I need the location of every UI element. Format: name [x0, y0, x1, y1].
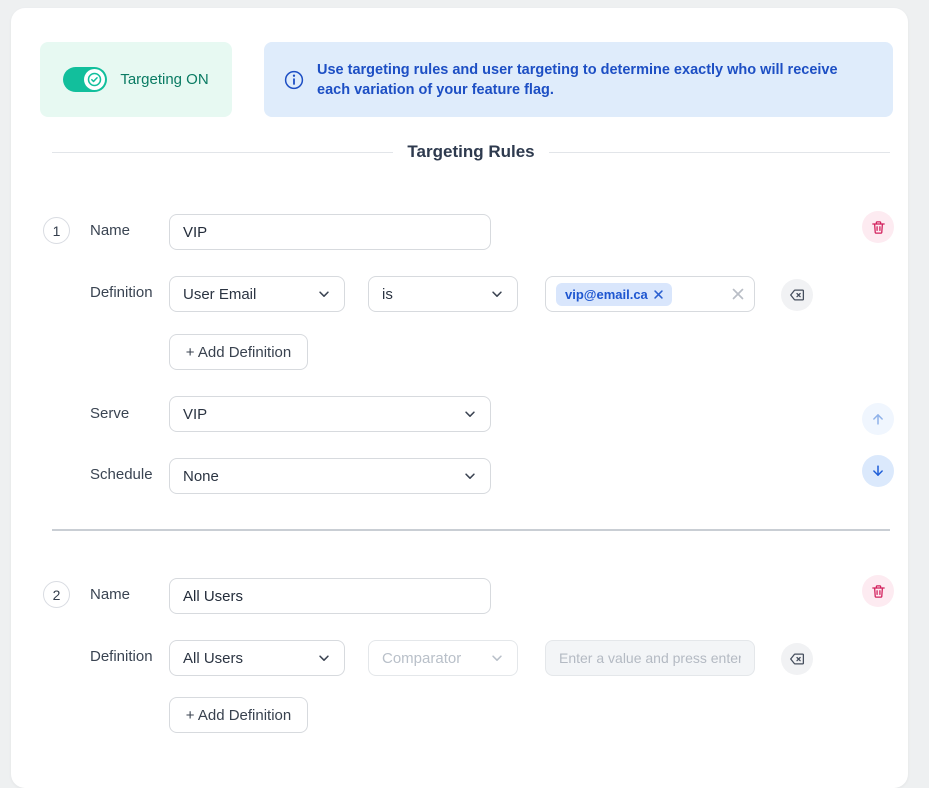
chevron-down-icon — [317, 287, 331, 301]
property-select[interactable]: User Email — [169, 276, 345, 312]
rule-number-badge: 2 — [43, 581, 70, 608]
value-input — [545, 640, 755, 676]
toggle-check-icon — [84, 69, 105, 90]
info-banner-text: Use targeting rules and user targeting t… — [317, 60, 873, 100]
targeting-card: Targeting ON Use targeting rules and use… — [11, 8, 908, 788]
chevron-down-icon — [463, 407, 477, 421]
name-label: Name — [90, 221, 130, 241]
arrow-down-icon — [869, 462, 887, 480]
definition-label: Definition — [90, 647, 153, 667]
delete-rule-button[interactable] — [862, 211, 894, 243]
chevron-down-icon — [317, 651, 331, 665]
comparator-select: Comparator — [368, 640, 518, 676]
chevron-down-icon — [490, 287, 504, 301]
info-banner: Use targeting rules and user targeting t… — [264, 42, 893, 117]
schedule-label: Schedule — [90, 465, 153, 485]
definition-label: Definition — [90, 283, 153, 303]
comparator-select[interactable]: is — [368, 276, 518, 312]
chip-remove-icon[interactable] — [654, 290, 663, 299]
section-heading-row: Targeting Rules — [52, 140, 890, 164]
delete-rule-button[interactable] — [862, 575, 894, 607]
section-title: Targeting Rules — [407, 142, 534, 162]
value-chip-text: vip@email.ca — [565, 287, 648, 302]
move-rule-up-button[interactable] — [862, 403, 894, 435]
rule-name-input[interactable] — [169, 214, 491, 250]
values-tag-input[interactable]: vip@email.ca — [545, 276, 755, 312]
chevron-down-icon — [463, 469, 477, 483]
trash-icon — [870, 219, 887, 236]
info-icon — [284, 70, 304, 90]
value-chip: vip@email.ca — [556, 283, 672, 306]
name-label: Name — [90, 585, 130, 605]
heading-line-left — [52, 152, 393, 153]
heading-line-right — [549, 152, 890, 153]
property-select[interactable]: All Users — [169, 640, 345, 676]
backspace-icon — [788, 650, 806, 668]
serve-label: Serve — [90, 404, 129, 424]
clear-definition-button[interactable] — [781, 279, 813, 311]
arrow-up-icon — [869, 410, 887, 428]
schedule-select[interactable]: None — [169, 458, 491, 494]
add-definition-button[interactable]: + Add Definition — [169, 697, 308, 733]
backspace-icon — [788, 286, 806, 304]
clear-definition-button[interactable] — [781, 643, 813, 675]
targeting-toggle-label: Targeting ON — [120, 71, 208, 88]
chevron-down-icon — [490, 651, 504, 665]
rule-name-input[interactable] — [169, 578, 491, 614]
rule-divider — [52, 529, 890, 531]
clear-values-icon[interactable] — [732, 288, 744, 300]
rule-number-badge: 1 — [43, 217, 70, 244]
add-definition-button[interactable]: + Add Definition — [169, 334, 308, 370]
move-rule-down-button[interactable] — [862, 455, 894, 487]
targeting-toggle[interactable] — [63, 67, 107, 92]
targeting-status-box: Targeting ON — [40, 42, 232, 117]
serve-select[interactable]: VIP — [169, 396, 491, 432]
trash-icon — [870, 583, 887, 600]
